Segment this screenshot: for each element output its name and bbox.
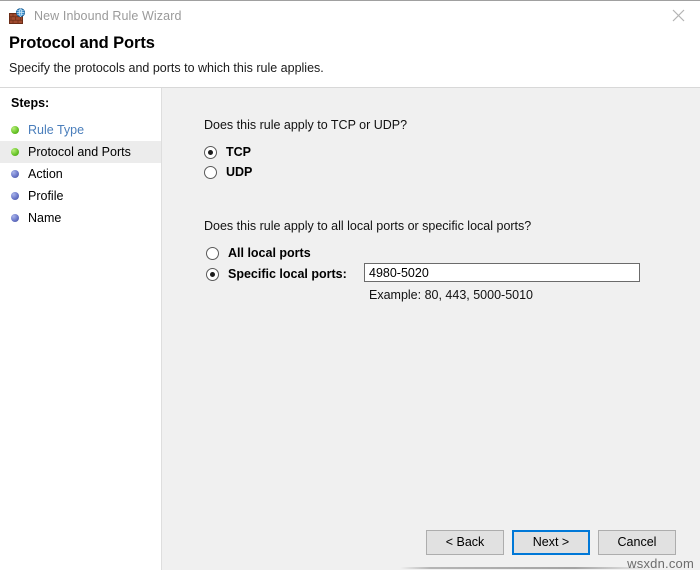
sidebar-item-name[interactable]: Name	[0, 207, 161, 229]
page-header: Protocol and Ports Specify the protocols…	[0, 31, 700, 87]
radio-indicator-icon	[206, 268, 219, 281]
ports-question-label: Does this rule apply to all local ports …	[204, 219, 531, 234]
wizard-button-bar: < Back Next > Cancel	[162, 530, 700, 555]
radio-indicator-icon	[204, 166, 217, 179]
close-icon[interactable]	[656, 1, 700, 30]
main-content-panel: Does this rule apply to TCP or UDP? TCP …	[162, 88, 700, 570]
sidebar-item-label: Rule Type	[28, 123, 84, 137]
sidebar-item-label: Profile	[28, 189, 63, 203]
sidebar-item-action[interactable]: Action	[0, 163, 161, 185]
radio-indicator-icon	[204, 146, 217, 159]
radio-all-local-ports-label: All local ports	[228, 246, 311, 260]
radio-specific-local-ports[interactable]: Specific local ports:	[206, 267, 347, 281]
radio-tcp[interactable]: TCP	[204, 145, 251, 159]
page-subtitle: Specify the protocols and ports to which…	[9, 61, 700, 76]
bleed-line	[400, 567, 650, 569]
radio-tcp-label: TCP	[226, 145, 251, 159]
cancel-button[interactable]: Cancel	[598, 530, 676, 555]
protocol-question-label: Does this rule apply to TCP or UDP?	[204, 118, 407, 133]
wizard-body: Steps: Rule Type Protocol and Ports Acti…	[0, 87, 700, 570]
title-bar: New Inbound Rule Wizard	[0, 1, 700, 31]
page-title: Protocol and Ports	[9, 33, 700, 53]
steps-heading: Steps:	[0, 96, 161, 119]
step-bullet-icon	[11, 170, 19, 178]
next-button[interactable]: Next >	[512, 530, 590, 555]
sidebar-item-rule-type[interactable]: Rule Type	[0, 119, 161, 141]
step-bullet-icon	[11, 148, 19, 156]
radio-specific-local-ports-label: Specific local ports:	[228, 267, 347, 281]
radio-all-local-ports[interactable]: All local ports	[206, 246, 311, 260]
radio-udp[interactable]: UDP	[204, 165, 252, 179]
ports-example-hint: Example: 80, 443, 5000-5010	[369, 288, 533, 303]
step-bullet-icon	[11, 192, 19, 200]
window-title: New Inbound Rule Wizard	[34, 9, 182, 23]
sidebar-item-protocol-and-ports[interactable]: Protocol and Ports	[0, 141, 161, 163]
sidebar-item-label: Name	[28, 211, 61, 225]
sidebar-item-profile[interactable]: Profile	[0, 185, 161, 207]
sidebar-item-label: Action	[28, 167, 63, 181]
radio-indicator-icon	[206, 247, 219, 260]
step-bullet-icon	[11, 126, 19, 134]
steps-sidebar: Steps: Rule Type Protocol and Ports Acti…	[0, 88, 162, 570]
back-button[interactable]: < Back	[426, 530, 504, 555]
sidebar-item-label: Protocol and Ports	[28, 145, 131, 159]
specific-ports-input[interactable]	[364, 263, 640, 282]
radio-udp-label: UDP	[226, 165, 252, 179]
new-inbound-rule-wizard-window: New Inbound Rule Wizard Protocol and Por…	[0, 0, 700, 570]
firewall-globe-icon	[9, 8, 26, 25]
step-bullet-icon	[11, 214, 19, 222]
